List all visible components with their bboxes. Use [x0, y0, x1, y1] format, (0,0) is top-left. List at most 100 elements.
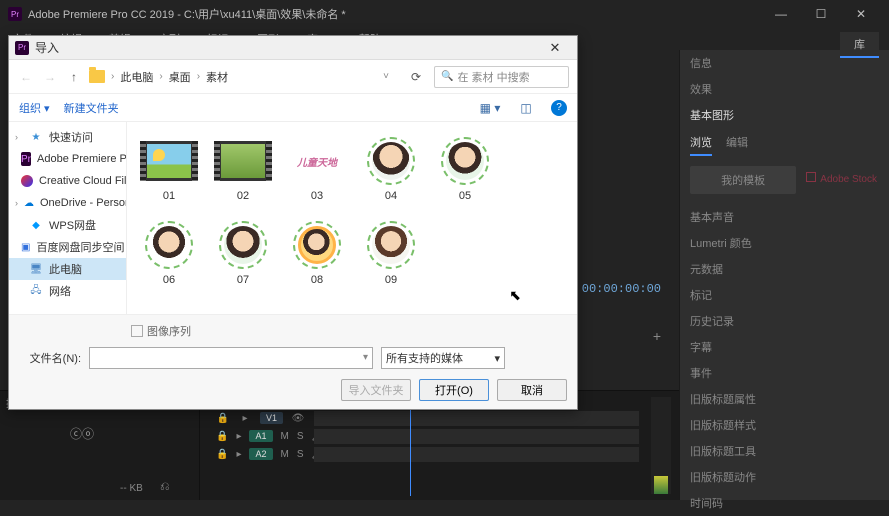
- dialog-footer: 图像序列 文件名(N): ▾ 所有支持的媒体▾ 导入文件夹 打开(O) 取消: [9, 314, 577, 409]
- creative-cloud-icon[interactable]: ⓒⓞ: [70, 425, 94, 442]
- dialog-close-button[interactable]: ✕: [539, 40, 571, 56]
- track-a1[interactable]: 🔒▸A1MS🎤: [210, 427, 639, 445]
- track-a2[interactable]: 🔒▸A2MS🎤: [210, 445, 639, 463]
- libraries-tab[interactable]: 库: [840, 32, 879, 58]
- sidebar-ccfiles[interactable]: Creative Cloud Files: [9, 170, 126, 192]
- preview-pane-icon[interactable]: ◫: [515, 101, 537, 115]
- panel-timecode[interactable]: 时间码: [680, 490, 889, 516]
- mute-icon[interactable]: M: [281, 431, 289, 442]
- toggle-icon[interactable]: ▸: [236, 449, 241, 460]
- folder-icon: [89, 70, 105, 83]
- track-body[interactable]: [314, 429, 639, 444]
- panel-basic-audio[interactable]: 基本声音: [680, 204, 889, 230]
- filetype-filter[interactable]: 所有支持的媒体▾: [381, 347, 505, 369]
- up-button[interactable]: ↑: [65, 70, 83, 84]
- mute-icon[interactable]: M: [281, 449, 289, 460]
- toggle-icon[interactable]: ▸: [236, 431, 241, 442]
- import-folder-button[interactable]: 导入文件夹: [341, 379, 411, 401]
- solo-icon[interactable]: S: [297, 449, 304, 460]
- dialog-toolbar: 组织 ▾ 新建文件夹 ▦ ▾ ◫ ?: [9, 94, 577, 122]
- sidebar-baidu[interactable]: ▣百度网盘同步空间: [9, 236, 126, 258]
- image-sequence-checkbox[interactable]: [131, 325, 143, 337]
- breadcrumb-item[interactable]: 桌面: [169, 69, 191, 85]
- file-name: 04: [385, 190, 397, 202]
- panel-lumetri[interactable]: Lumetri 颜色: [680, 230, 889, 256]
- network-icon: 🖧: [29, 284, 43, 298]
- adobe-stock-button[interactable]: Adobe Stock: [804, 166, 879, 194]
- filename-input[interactable]: ▾: [89, 347, 373, 369]
- maximize-button[interactable]: ☐: [801, 2, 841, 26]
- open-button[interactable]: 打开(O): [419, 379, 489, 401]
- panel-old-tools[interactable]: 旧版标题工具: [680, 438, 889, 464]
- timeline-tracks: 🔒▸V1👁 🔒▸A1MS🎤 🔒▸A2MS🎤: [210, 409, 639, 500]
- refresh-button[interactable]: ⟳: [404, 70, 428, 84]
- panel-history[interactable]: 历史记录: [680, 308, 889, 334]
- cancel-button[interactable]: 取消: [497, 379, 567, 401]
- eye-icon[interactable]: 👁: [291, 413, 305, 424]
- toggle-icon[interactable]: ▸: [238, 413, 252, 424]
- track-body[interactable]: [314, 411, 639, 426]
- file-item[interactable]: 05: [429, 134, 501, 216]
- back-button[interactable]: ←: [17, 70, 35, 84]
- organize-button[interactable]: 组织 ▾: [19, 100, 50, 116]
- track-body[interactable]: [314, 447, 639, 462]
- filename-dropdown-icon[interactable]: ▾: [363, 348, 368, 368]
- view-layout-icon[interactable]: ▦ ▾: [479, 101, 501, 115]
- breadcrumb-item[interactable]: 素材: [206, 69, 228, 85]
- file-item[interactable]: 07: [207, 218, 279, 300]
- sidebar-network[interactable]: 🖧网络: [9, 280, 126, 302]
- tab-edit[interactable]: 编辑: [726, 130, 748, 156]
- sidebar-wps[interactable]: ◆WPS网盘: [9, 214, 126, 236]
- dialog-titlebar: Pr 导入 ✕: [9, 36, 577, 60]
- my-templates-button[interactable]: 我的模板: [690, 166, 796, 194]
- thumbnail-icon: [221, 144, 265, 178]
- audio-meter: [651, 397, 671, 494]
- panel-effects[interactable]: 效果: [680, 76, 889, 102]
- lock-icon[interactable]: 🔒: [216, 431, 228, 442]
- panel-old-actions[interactable]: 旧版标题动作: [680, 464, 889, 490]
- add-icon[interactable]: +: [653, 328, 661, 344]
- panel-basic-graphics[interactable]: 基本图形: [680, 102, 889, 128]
- tool-icon[interactable]: ⎌: [160, 479, 170, 494]
- help-button[interactable]: ?: [551, 100, 567, 116]
- file-item[interactable]: 06: [133, 218, 205, 300]
- file-item[interactable]: 08: [281, 218, 353, 300]
- lock-icon[interactable]: 🔒: [216, 413, 230, 424]
- breadcrumb-dropdown[interactable]: ˅: [374, 71, 398, 82]
- panel-old-styles[interactable]: 旧版标题样式: [680, 412, 889, 438]
- app-titlebar: Pr Adobe Premiere Pro CC 2019 - C:\用户\xu…: [0, 0, 889, 28]
- sidebar-quickaccess[interactable]: ›★快速访问: [9, 126, 126, 148]
- file-name: 07: [237, 274, 249, 286]
- sidebar-premiere[interactable]: PrAdobe Premiere Pr: [9, 148, 126, 170]
- panel-markers[interactable]: 标记: [680, 282, 889, 308]
- new-folder-button[interactable]: 新建文件夹: [64, 100, 119, 116]
- dialog-navbar: ← → ↑ › 此电脑 › 桌面 › 素材 ˅ ⟳ 🔍 在 素材 中搜索: [9, 60, 577, 94]
- file-item[interactable]: 02: [207, 134, 279, 216]
- sidebar-thispc[interactable]: 🖥此电脑: [9, 258, 126, 280]
- panel-old-attrs[interactable]: 旧版标题属性: [680, 386, 889, 412]
- breadcrumb-item[interactable]: 此电脑: [120, 69, 153, 85]
- file-item[interactable]: 01: [133, 134, 205, 216]
- track-v1[interactable]: 🔒▸V1👁: [210, 409, 639, 427]
- solo-icon[interactable]: S: [297, 431, 304, 442]
- minimize-button[interactable]: —: [761, 2, 801, 26]
- panel-events[interactable]: 事件: [680, 360, 889, 386]
- lock-icon[interactable]: 🔒: [216, 449, 228, 460]
- panel-metadata[interactable]: 元数据: [680, 256, 889, 282]
- dialog-title: 导入: [35, 39, 539, 56]
- forward-button: →: [41, 70, 59, 84]
- track-label: A1: [249, 430, 272, 442]
- close-button[interactable]: ✕: [841, 2, 881, 26]
- file-name: 05: [459, 190, 471, 202]
- panel-captions[interactable]: 字幕: [680, 334, 889, 360]
- file-item[interactable]: 04: [355, 134, 427, 216]
- search-input[interactable]: 🔍 在 素材 中搜索: [434, 66, 569, 88]
- file-grid[interactable]: 01 02 儿童天地03 04 05 06 07 08 09 ⬉: [127, 122, 577, 314]
- sidebar-label: Creative Cloud Files: [39, 175, 126, 187]
- search-placeholder: 在 素材 中搜索: [457, 69, 529, 85]
- file-item[interactable]: 儿童天地03: [281, 134, 353, 216]
- sidebar-onedrive[interactable]: ›☁OneDrive - Persona: [9, 192, 126, 214]
- tab-browse[interactable]: 浏览: [690, 130, 712, 156]
- organize-label: 组织: [19, 103, 41, 115]
- file-item[interactable]: 09: [355, 218, 427, 300]
